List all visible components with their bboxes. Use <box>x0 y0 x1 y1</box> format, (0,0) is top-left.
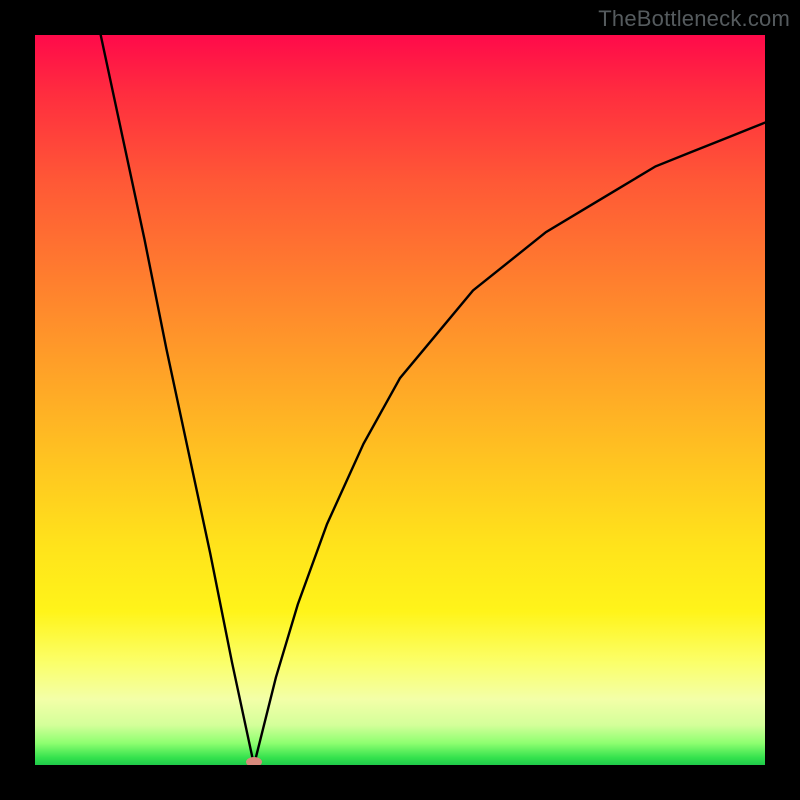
plot-area <box>35 35 765 765</box>
watermark-text: TheBottleneck.com <box>598 6 790 32</box>
curve-layer <box>35 35 765 765</box>
curve-right-branch <box>254 123 765 765</box>
chart-stage: TheBottleneck.com <box>0 0 800 800</box>
curve-left-branch <box>101 35 254 765</box>
minimum-marker <box>246 757 262 765</box>
